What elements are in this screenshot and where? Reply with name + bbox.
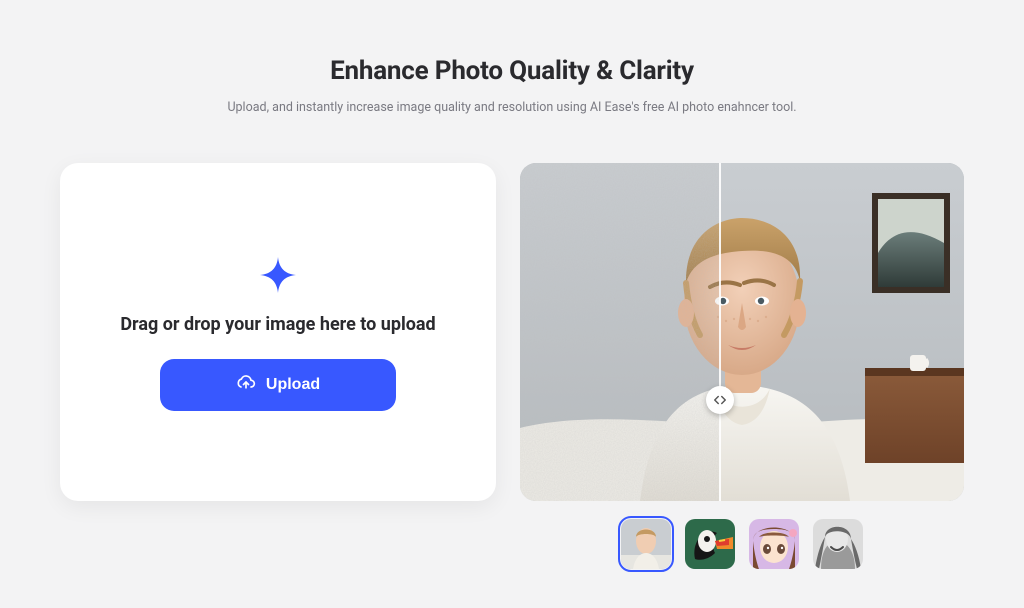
page-title: Enhance Photo Quality & Clarity bbox=[0, 56, 1024, 86]
sample-thumb-bw-portrait[interactable] bbox=[813, 519, 863, 569]
main-row: Drag or drop your image here to upload U… bbox=[0, 115, 1024, 569]
drag-horizontal-icon bbox=[713, 393, 727, 407]
sample-thumb-anime[interactable] bbox=[749, 519, 799, 569]
page-subtitle: Upload, and instantly increase image qua… bbox=[0, 100, 1024, 115]
sample-thumbnails bbox=[621, 519, 863, 569]
cloud-upload-icon bbox=[236, 372, 256, 397]
dropzone-label: Drag or drop your image here to upload bbox=[120, 314, 435, 335]
upload-button-label: Upload bbox=[266, 376, 320, 394]
sample-thumb-portrait[interactable] bbox=[621, 519, 671, 569]
page-header: Enhance Photo Quality & Clarity Upload, … bbox=[0, 0, 1024, 115]
comparison-slider-handle[interactable] bbox=[706, 386, 734, 414]
comparison-preview[interactable] bbox=[520, 163, 964, 501]
preview-column bbox=[520, 163, 964, 569]
upload-dropzone[interactable]: Drag or drop your image here to upload U… bbox=[60, 163, 496, 501]
sample-thumb-puffin[interactable] bbox=[685, 519, 735, 569]
sparkle-icon bbox=[257, 254, 299, 296]
upload-button[interactable]: Upload bbox=[160, 359, 396, 411]
